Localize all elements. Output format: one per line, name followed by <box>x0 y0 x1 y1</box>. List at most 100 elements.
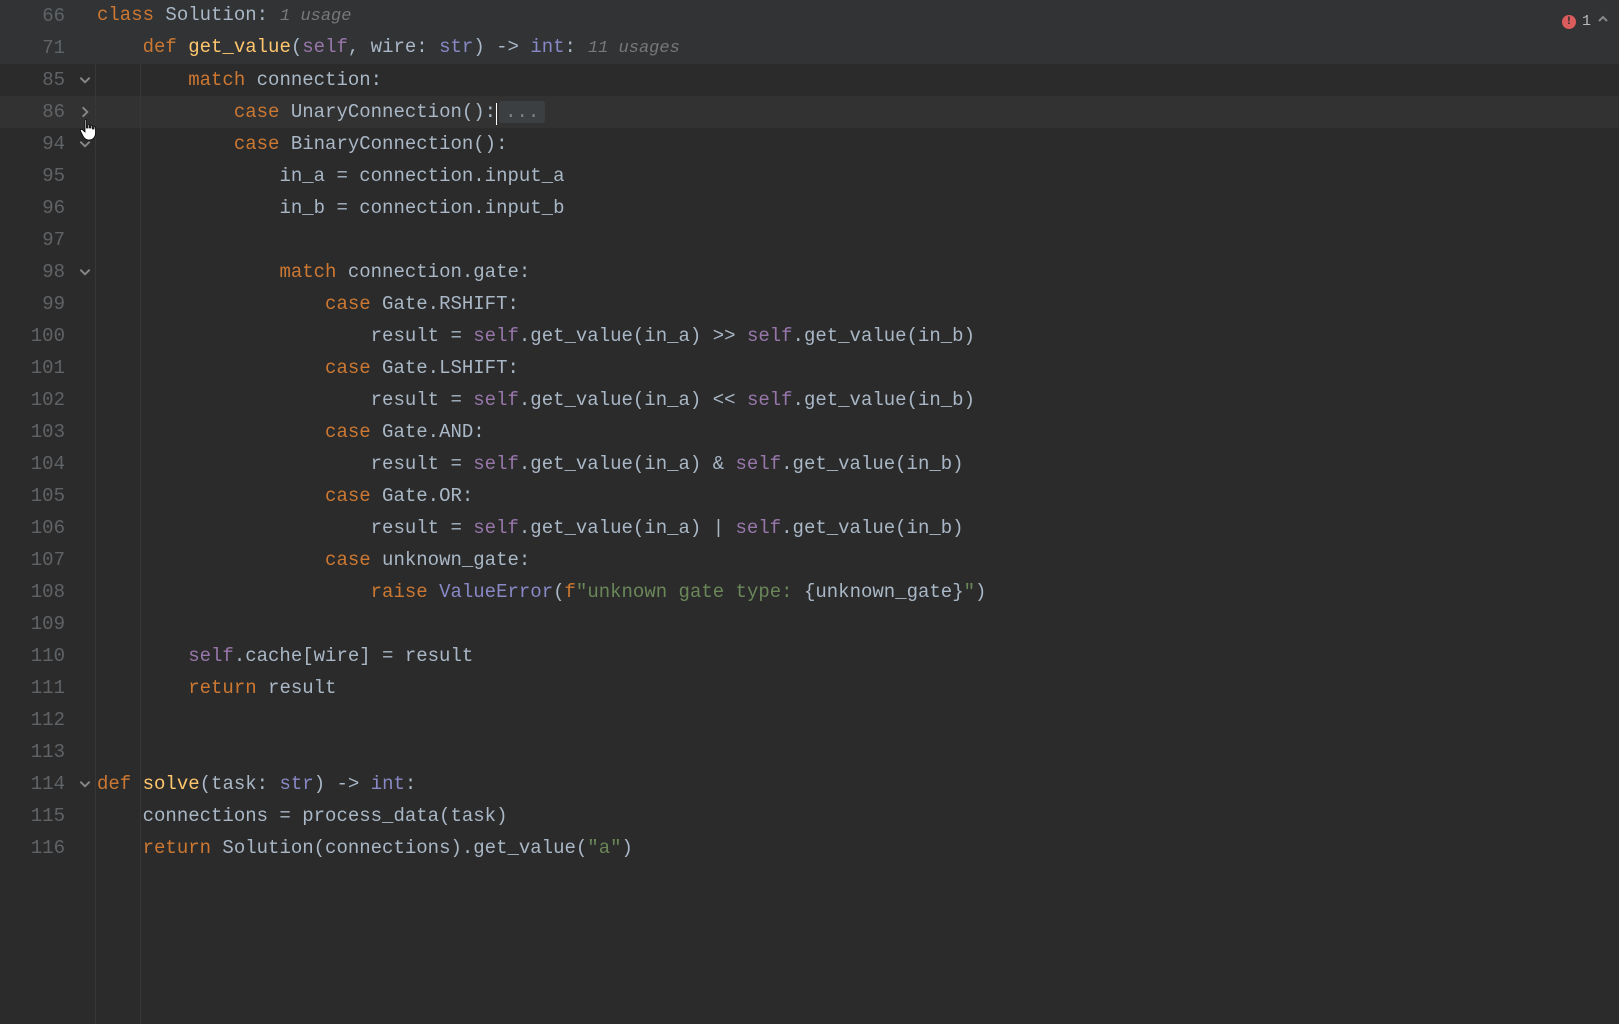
code-line[interactable]: 112 <box>0 704 1619 736</box>
code-content[interactable]: case Gate.RSHIFT: <box>95 288 519 320</box>
inlay-hint[interactable]: 11 usages <box>576 39 680 58</box>
code-line[interactable]: 114def solve(task: str) -> int: <box>0 768 1619 800</box>
code-content[interactable]: raise ValueError(f"unknown gate type: {u… <box>95 576 986 608</box>
line-number: 66 <box>20 0 75 32</box>
code-line[interactable]: 105 case Gate.OR: <box>0 480 1619 512</box>
code-content[interactable]: case Gate.AND: <box>95 416 485 448</box>
code-line[interactable]: 110 self.cache[wire] = result <box>0 640 1619 672</box>
code-line[interactable]: 116 return Solution(connections).get_val… <box>0 832 1619 864</box>
gutter[interactable]: 104 <box>0 448 95 480</box>
code-content[interactable]: def get_value(self, wire: str) -> int:11… <box>95 31 680 65</box>
code-line[interactable]: 102 result = self.get_value(in_a) << sel… <box>0 384 1619 416</box>
inlay-hint[interactable]: 1 usage <box>268 7 351 26</box>
gutter[interactable]: 114 <box>0 768 95 800</box>
gutter[interactable]: 94 <box>0 128 95 160</box>
gutter[interactable]: 112 <box>0 704 95 736</box>
error-icon: ! <box>1562 15 1576 29</box>
code-content[interactable]: result = self.get_value(in_a) << self.ge… <box>95 384 975 416</box>
code-line[interactable]: 111 return result <box>0 672 1619 704</box>
gutter[interactable]: 100 <box>0 320 95 352</box>
code-line[interactable]: 107 case unknown_gate: <box>0 544 1619 576</box>
code-content[interactable]: def solve(task: str) -> int: <box>95 768 416 800</box>
code-content[interactable]: result = self.get_value(in_a) & self.get… <box>95 448 964 480</box>
gutter[interactable]: 98 <box>0 256 95 288</box>
gutter[interactable]: 106 <box>0 512 95 544</box>
code-content[interactable]: in_b = connection.input_b <box>95 192 564 224</box>
code-line[interactable]: 99 case Gate.RSHIFT: <box>0 288 1619 320</box>
gutter[interactable]: 103 <box>0 416 95 448</box>
code-line[interactable]: 95 in_a = connection.input_a <box>0 160 1619 192</box>
text-caret <box>496 103 497 125</box>
gutter[interactable]: 86 <box>0 96 95 128</box>
fold-toggle[interactable] <box>75 137 95 151</box>
code-line[interactable]: 106 result = self.get_value(in_a) | self… <box>0 512 1619 544</box>
code-line[interactable]: 94 case BinaryConnection(): <box>0 128 1619 160</box>
gutter[interactable]: 101 <box>0 352 95 384</box>
code-line[interactable]: 113 <box>0 736 1619 768</box>
code-content[interactable]: return result <box>95 672 336 704</box>
code-content[interactable]: case BinaryConnection(): <box>95 128 507 160</box>
code-line[interactable]: 66 class Solution:1 usage <box>0 0 1619 32</box>
fold-toggle[interactable] <box>75 73 95 87</box>
gutter[interactable]: 97 <box>0 224 95 256</box>
line-number: 108 <box>20 576 75 608</box>
code-line[interactable]: 115 connections = process_data(task) <box>0 800 1619 832</box>
code-content[interactable]: self.cache[wire] = result <box>95 640 473 672</box>
code-content[interactable]: result = self.get_value(in_a) >> self.ge… <box>95 320 975 352</box>
gutter[interactable]: 111 <box>0 672 95 704</box>
code-content[interactable]: match connection: <box>95 64 382 96</box>
line-number: 71 <box>20 32 75 64</box>
code-line[interactable]: 98 match connection.gate: <box>0 256 1619 288</box>
code-line[interactable]: 100 result = self.get_value(in_a) >> sel… <box>0 320 1619 352</box>
line-number: 97 <box>20 224 75 256</box>
gutter[interactable]: 115 <box>0 800 95 832</box>
code-line[interactable]: 96 in_b = connection.input_b <box>0 192 1619 224</box>
code-editor[interactable]: 66class Solution:1 usage71 def get_value… <box>0 0 1619 1024</box>
code-content[interactable]: case Gate.LSHIFT: <box>95 352 519 384</box>
gutter[interactable]: 71 <box>0 32 95 64</box>
gutter[interactable]: 85 <box>0 64 95 96</box>
gutter[interactable]: 102 <box>0 384 95 416</box>
line-number: 107 <box>20 544 75 576</box>
gutter[interactable]: 95 <box>0 160 95 192</box>
code-content[interactable]: case UnaryConnection():... <box>95 96 545 128</box>
code-content[interactable]: match connection.gate: <box>95 256 530 288</box>
gutter[interactable]: 99 <box>0 288 95 320</box>
fold-toggle[interactable] <box>75 105 95 119</box>
line-number: 86 <box>20 96 75 128</box>
problems-widget[interactable]: ! 1 <box>1562 6 1609 38</box>
gutter[interactable]: 109 <box>0 608 95 640</box>
code-line[interactable]: 71 def get_value(self, wire: str) -> int… <box>0 32 1619 64</box>
code-content[interactable]: result = self.get_value(in_a) | self.get… <box>95 512 964 544</box>
code-content[interactable]: case unknown_gate: <box>95 544 530 576</box>
gutter[interactable]: 66 <box>0 0 95 32</box>
gutter[interactable]: 116 <box>0 832 95 864</box>
line-number: 115 <box>20 800 75 832</box>
fold-toggle[interactable] <box>75 777 95 791</box>
fold-placeholder[interactable]: ... <box>499 101 545 123</box>
code-line[interactable]: 108 raise ValueError(f"unknown gate type… <box>0 576 1619 608</box>
code-content[interactable]: connections = process_data(task) <box>95 800 507 832</box>
gutter[interactable]: 108 <box>0 576 95 608</box>
code-line[interactable]: 103 case Gate.AND: <box>0 416 1619 448</box>
line-number: 110 <box>20 640 75 672</box>
line-number: 111 <box>20 672 75 704</box>
code-line[interactable]: 101 case Gate.LSHIFT: <box>0 352 1619 384</box>
gutter[interactable]: 107 <box>0 544 95 576</box>
code-line[interactable]: 104 result = self.get_value(in_a) & self… <box>0 448 1619 480</box>
gutter[interactable]: 105 <box>0 480 95 512</box>
code-line[interactable]: 86 case UnaryConnection():... <box>0 96 1619 128</box>
code-content[interactable]: class Solution:1 usage <box>95 0 351 33</box>
fold-toggle[interactable] <box>75 265 95 279</box>
code-content[interactable]: in_a = connection.input_a <box>95 160 564 192</box>
code-line[interactable]: 85 match connection: <box>0 64 1619 96</box>
code-line[interactable]: 97 <box>0 224 1619 256</box>
gutter[interactable]: 110 <box>0 640 95 672</box>
code-content[interactable]: case Gate.OR: <box>95 480 473 512</box>
gutter[interactable]: 96 <box>0 192 95 224</box>
line-number: 109 <box>20 608 75 640</box>
gutter[interactable]: 113 <box>0 736 95 768</box>
chevron-up-icon[interactable] <box>1597 6 1609 38</box>
code-content[interactable]: return Solution(connections).get_value("… <box>95 832 633 864</box>
code-line[interactable]: 109 <box>0 608 1619 640</box>
